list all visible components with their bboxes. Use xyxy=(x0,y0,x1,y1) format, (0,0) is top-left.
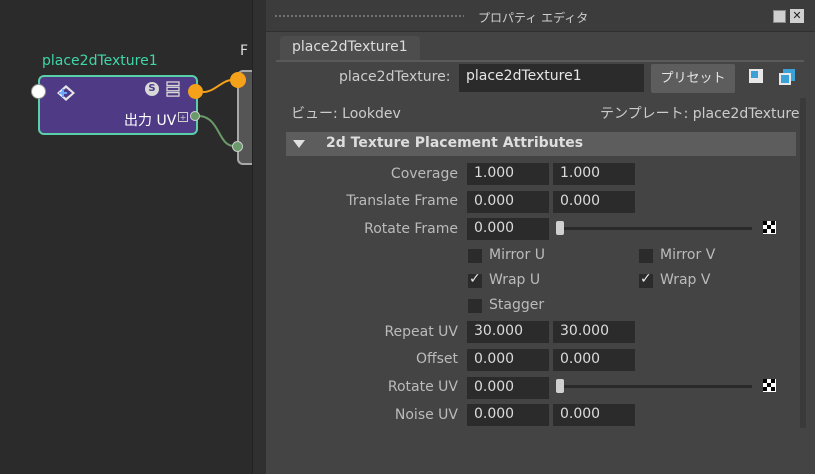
close-icon[interactable]: ✕ xyxy=(790,9,804,23)
focus-node-icon[interactable] xyxy=(748,68,766,86)
node-input-port[interactable] xyxy=(31,84,46,99)
dest-uv-port[interactable] xyxy=(232,141,243,152)
view-label: ビュー: Lookdev xyxy=(291,106,401,122)
section-title: 2d Texture Placement Attributes xyxy=(326,135,584,151)
mirror-u-checkbox[interactable] xyxy=(468,249,482,263)
wrap-u-label: Wrap U xyxy=(489,272,541,288)
rotate-frame-slider[interactable] xyxy=(556,227,752,230)
noise-uv-v-field[interactable]: 0.000 xyxy=(553,404,635,426)
float-window-icon[interactable] xyxy=(773,10,786,23)
repeat-uv-v-field[interactable]: 30.000 xyxy=(553,321,635,343)
panel-splitter[interactable] xyxy=(252,0,266,474)
copy-tab-icon[interactable] xyxy=(778,68,796,86)
offset-u-field[interactable]: 0.000 xyxy=(467,349,549,371)
rotate-frame-field[interactable]: 0.000 xyxy=(467,218,549,240)
translate-frame-u-field[interactable]: 0.000 xyxy=(467,191,549,213)
node-editor-panel[interactable]: F place2dTexture1 S 出力 UV + xyxy=(0,0,252,474)
node-type-label: place2dTexture: xyxy=(339,69,451,85)
node-output-port[interactable] xyxy=(188,84,203,99)
coverage-u-field[interactable]: 1.000 xyxy=(467,163,549,185)
tab-underline xyxy=(276,60,804,62)
titlebar-grip xyxy=(274,14,464,19)
mirror-v-label: Mirror V xyxy=(660,247,716,263)
stagger-checkbox[interactable] xyxy=(468,299,482,313)
rotate-uv-field[interactable]: 0.000 xyxy=(467,377,549,399)
stagger-label: Stagger xyxy=(489,297,545,313)
node-title: place2dTexture1 xyxy=(42,53,158,69)
rotate-frame-label: Rotate Frame xyxy=(364,221,458,237)
node-name-field[interactable]: place2dTexture1 xyxy=(459,64,644,92)
noise-uv-u-field[interactable]: 0.000 xyxy=(467,404,549,426)
expand-plus-icon[interactable]: + xyxy=(178,112,188,122)
attribute-editor-title: プロパティ エディタ xyxy=(478,11,589,25)
map-checker-icon[interactable] xyxy=(763,221,776,234)
map-checker-icon[interactable] xyxy=(763,379,776,392)
coverage-v-field[interactable]: 1.000 xyxy=(553,163,635,185)
offset-v-field[interactable]: 0.000 xyxy=(553,349,635,371)
rotate-uv-label: Rotate UV xyxy=(387,379,458,395)
rotate-uv-slider-thumb[interactable] xyxy=(556,379,564,393)
repeat-uv-u-field[interactable]: 30.000 xyxy=(467,321,549,343)
noise-uv-label: Noise UV xyxy=(394,407,458,423)
collapse-arrow-icon[interactable] xyxy=(293,140,305,148)
coverage-label: Coverage xyxy=(390,166,458,182)
output-uv-port[interactable] xyxy=(190,111,200,121)
attribute-editor-bottom xyxy=(276,432,806,474)
scrollbar[interactable] xyxy=(800,98,806,428)
dest-node-title: F xyxy=(240,43,249,59)
offset-label: Offset xyxy=(415,351,458,367)
rotate-frame-slider-thumb[interactable] xyxy=(556,221,564,235)
translate-frame-v-field[interactable]: 0.000 xyxy=(553,191,635,213)
repeat-uv-label: Repeat UV xyxy=(384,324,458,340)
wrap-v-checkbox[interactable]: ✓ xyxy=(639,271,653,288)
tab-place2dtexture1[interactable]: place2dTexture1 xyxy=(280,36,420,61)
translate-frame-label: Translate Frame xyxy=(346,193,458,209)
mirror-v-checkbox[interactable] xyxy=(639,249,653,263)
place2d-node-icon xyxy=(57,85,75,101)
template-label: テンプレート: place2dTexture xyxy=(600,106,800,122)
output-uv-label: 出力 UV xyxy=(124,113,177,129)
mirror-u-label: Mirror U xyxy=(489,247,545,263)
color-connection-wire xyxy=(202,79,233,93)
wrap-u-checkbox[interactable]: ✓ xyxy=(468,271,482,288)
attribute-list-icon[interactable] xyxy=(166,81,180,97)
preset-button[interactable]: プリセット xyxy=(651,64,735,93)
swatch-icon[interactable]: S xyxy=(145,82,159,96)
uv-connection-wire xyxy=(199,115,235,147)
rotate-uv-slider[interactable] xyxy=(556,385,752,388)
wrap-v-label: Wrap V xyxy=(660,272,711,288)
dest-input-port[interactable] xyxy=(230,72,246,88)
